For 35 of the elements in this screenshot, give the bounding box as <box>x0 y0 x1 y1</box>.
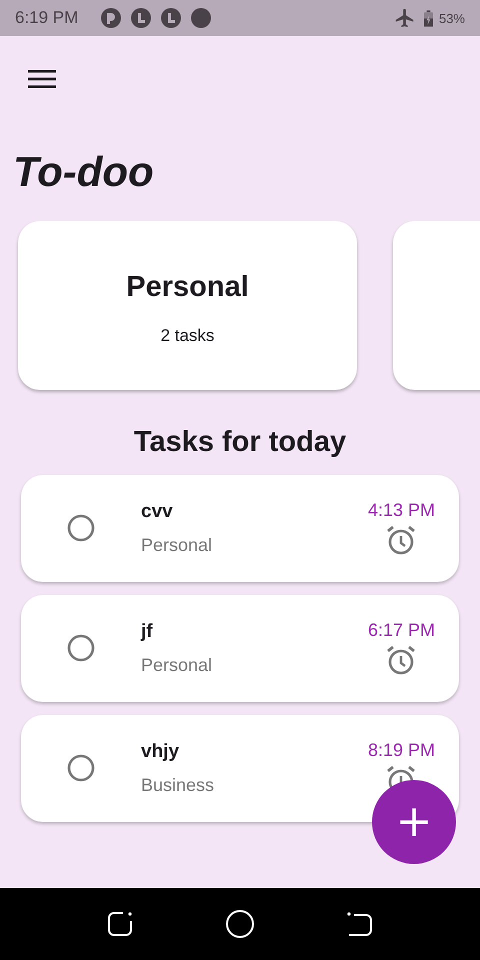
notification-icon <box>160 7 182 29</box>
alarm-clock-icon <box>385 644 418 676</box>
task-checkbox[interactable] <box>66 513 96 544</box>
task-time: 6:17 PM <box>368 620 435 641</box>
menu-icon <box>28 69 56 89</box>
task-card[interactable]: jf Personal 6:17 PM <box>21 594 459 702</box>
alarm-clock-icon <box>385 524 418 556</box>
task-category: Personal <box>141 534 214 556</box>
home-icon[interactable] <box>226 910 254 938</box>
category-name: Personal <box>126 271 249 304</box>
section-heading: Tasks for today <box>132 425 348 460</box>
task-category: Business <box>141 774 216 796</box>
battery-level: 53% <box>438 10 465 26</box>
task-category: Personal <box>141 654 214 676</box>
task-time: 8:19 PM <box>368 740 435 761</box>
task-title: vhjy <box>141 740 180 763</box>
task-checkbox[interactable] <box>66 633 96 664</box>
task-checkbox[interactable] <box>66 753 96 784</box>
notification-icon <box>100 7 122 29</box>
task-time: 4:13 PM <box>368 500 435 521</box>
notification-icon <box>130 7 152 29</box>
app-title: To-doo <box>13 151 155 193</box>
notification-icon <box>190 7 212 29</box>
battery-icon <box>424 10 433 26</box>
status-time: 6:19 PM <box>15 8 78 28</box>
category-card[interactable]: Personal 2 tasks <box>18 221 357 390</box>
airplane-icon <box>394 7 416 29</box>
task-title: jf <box>141 620 154 643</box>
task-count: 2 tasks <box>160 326 214 346</box>
menu-button[interactable] <box>28 69 56 89</box>
add-task-button[interactable]: + <box>372 780 456 864</box>
task-title: cvv <box>141 500 174 523</box>
back-icon[interactable] <box>346 910 374 938</box>
task-card[interactable]: cvv Personal 4:13 PM <box>21 474 459 582</box>
recent-apps-icon[interactable] <box>106 910 134 938</box>
